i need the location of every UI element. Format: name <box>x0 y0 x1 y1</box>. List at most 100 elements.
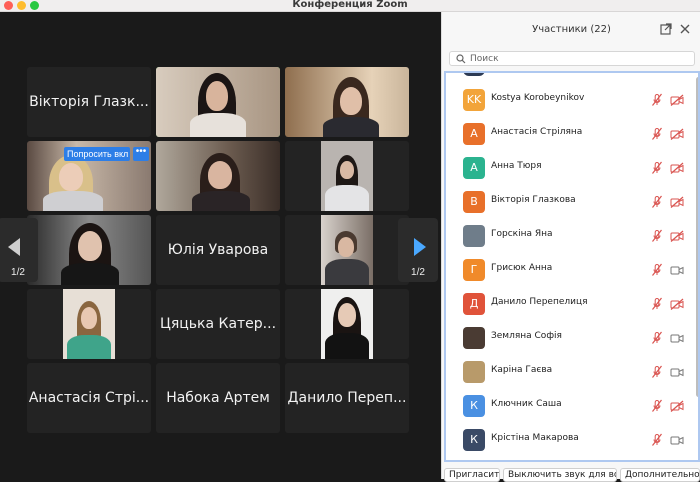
participant-name: Вікторія Глазкова <box>491 195 576 205</box>
window-title: Конференция Zoom <box>292 0 408 10</box>
participant-row[interactable]: Горскіна Яна <box>446 219 684 253</box>
avatar <box>463 361 485 383</box>
video-tile-feed[interactable] <box>285 215 409 285</box>
camera-icon[interactable] <box>670 264 684 276</box>
scrollbar[interactable] <box>696 77 698 397</box>
ask-to-start-video-button[interactable]: Попросить вкл <box>64 147 130 161</box>
page-indicator: 1/2 <box>411 267 425 278</box>
camera-off-icon[interactable] <box>670 400 684 412</box>
video-tile-name[interactable]: Цяцька Катер... <box>156 289 280 359</box>
video-tile-feed[interactable] <box>156 67 280 137</box>
avatar: Г <box>463 259 485 281</box>
page-indicator: 1/2 <box>11 267 25 278</box>
search-icon <box>456 54 466 64</box>
mic-muted-icon[interactable] <box>651 195 663 209</box>
camera-off-icon[interactable] <box>670 162 684 174</box>
participant-name-label: Набока Артем <box>166 390 270 406</box>
participant-name: Каріна Гаєва <box>491 365 553 375</box>
video-tile-feed[interactable] <box>285 141 409 211</box>
mic-muted-icon[interactable] <box>651 365 663 379</box>
camera-off-icon[interactable] <box>670 298 684 310</box>
avatar <box>463 327 485 349</box>
avatar: К <box>463 395 485 417</box>
close-icon[interactable] <box>679 23 691 35</box>
chevron-left-icon <box>8 238 20 256</box>
participant-row[interactable]: Д Данило Перепелиця <box>446 287 684 321</box>
participant-name: Грисюк Анна <box>491 263 553 273</box>
mic-muted-icon[interactable] <box>651 263 663 277</box>
participant-name: Ключник Саша <box>491 399 562 409</box>
avatar: KK <box>463 89 485 111</box>
avatar <box>463 73 485 76</box>
participant-name: Горскіна Яна <box>491 229 553 239</box>
participant-name: Kostya Korobeynikov <box>491 93 585 103</box>
avatar: Д <box>463 293 485 315</box>
panel-footer: Пригласить Выключить звук для всех Допол… <box>442 465 700 482</box>
more-options-button[interactable]: Дополнительно <box>620 468 700 482</box>
participant-name: Крістіна Макарова <box>491 433 579 443</box>
mic-muted-icon[interactable] <box>651 161 663 175</box>
participant-row[interactable]: Землянa Софія <box>446 321 684 355</box>
participant-name-label: Юлія Уварова <box>167 242 269 258</box>
participant-name: Анна Тюря <box>491 161 542 171</box>
avatar <box>463 225 485 247</box>
video-tile-name[interactable]: Юлія Уварова <box>156 215 280 285</box>
participant-row[interactable]: К Ключник Саша <box>446 389 684 423</box>
participant-name: Землянa Софія <box>491 331 562 341</box>
invite-button[interactable]: Пригласить <box>444 468 500 482</box>
mic-muted-icon[interactable] <box>651 433 663 447</box>
participant-name-label: Анастасія Стрі... <box>28 390 150 406</box>
participant-row[interactable]: Каріна Гаєва <box>446 355 684 389</box>
mic-muted-icon[interactable] <box>651 127 663 141</box>
video-tile-name[interactable]: Анастасія Стрі... <box>27 363 151 433</box>
mic-muted-icon[interactable] <box>651 229 663 243</box>
participant-name-label: Данило Переп... <box>287 390 407 406</box>
title-bar: Конференция Zoom <box>0 0 700 12</box>
tile-more-button[interactable]: ••• <box>133 147 149 161</box>
participant-row[interactable]: В Вікторія Глазкова <box>446 185 684 219</box>
video-tile-name[interactable]: Данило Переп... <box>285 363 409 433</box>
avatar: В <box>463 191 485 213</box>
mic-muted-icon[interactable] <box>651 93 663 107</box>
mute-all-button[interactable]: Выключить звук для всех <box>503 468 617 482</box>
video-tile-feed[interactable] <box>27 215 151 285</box>
video-gallery: Вікторія Глазк... Попросить вкл ••• Юлія… <box>0 13 441 479</box>
participant-row[interactable]: А Анастасія Стріляна <box>446 117 684 151</box>
camera-icon[interactable] <box>670 332 684 344</box>
search-box[interactable] <box>449 51 695 66</box>
previous-page-button[interactable]: 1/2 <box>0 218 38 282</box>
camera-icon[interactable] <box>670 434 684 446</box>
mic-muted-icon[interactable] <box>651 297 663 311</box>
video-tile-name[interactable]: Вікторія Глазк... <box>27 67 151 137</box>
video-tile-name[interactable]: Набока Артем <box>156 363 280 433</box>
participant-row[interactable]: А Анна Тюря <box>446 151 684 185</box>
video-tile-feed[interactable] <box>27 289 151 359</box>
avatar: К <box>463 429 485 451</box>
participant-name-label: Вікторія Глазк... <box>29 94 149 110</box>
mic-muted-icon[interactable] <box>651 331 663 345</box>
participant-name-label: Цяцька Катер... <box>159 316 277 332</box>
camera-off-icon[interactable] <box>670 128 684 140</box>
chevron-right-icon <box>414 238 426 256</box>
avatar: А <box>463 123 485 145</box>
camera-off-icon[interactable] <box>670 230 684 242</box>
participant-row[interactable]: KK Kostya Korobeynikov <box>446 83 684 117</box>
avatar: А <box>463 157 485 179</box>
participant-list: KK Kostya Korobeynikov А Анастасія Стріляна… <box>444 71 700 462</box>
participant-row[interactable]: Г Грисюк Анна <box>446 253 684 287</box>
video-tile-feed[interactable] <box>285 289 409 359</box>
camera-off-icon[interactable] <box>670 94 684 106</box>
participant-name: Анастасія Стріляна <box>491 127 583 137</box>
camera-icon[interactable] <box>670 366 684 378</box>
video-tile-feed[interactable] <box>156 141 280 211</box>
next-page-button[interactable]: 1/2 <box>398 218 438 282</box>
video-tile-feed[interactable] <box>285 67 409 137</box>
camera-off-icon[interactable] <box>670 196 684 208</box>
participant-name: Данило Перепелиця <box>491 297 588 307</box>
popout-icon[interactable] <box>660 23 672 35</box>
search-input[interactable] <box>470 52 690 65</box>
participants-panel: Участники (22) KK Kostya Korobeynikov А Ана… <box>441 12 700 482</box>
panel-header: Участники (22) <box>442 12 700 50</box>
mic-muted-icon[interactable] <box>651 399 663 413</box>
participant-row[interactable]: К Крістіна Макарова <box>446 423 684 457</box>
